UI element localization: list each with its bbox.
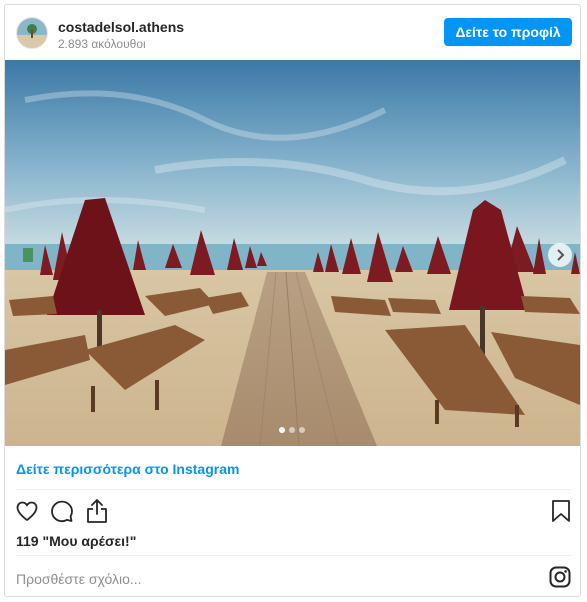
- username[interactable]: costadelsol.athens: [58, 19, 184, 35]
- share-icon: [87, 499, 107, 523]
- heart-icon: [16, 501, 38, 521]
- instagram-logo-button[interactable]: [549, 566, 571, 588]
- post-header: costadelsol.athens 2.893 ακόλουθοι Δείτε…: [5, 5, 580, 60]
- carousel-dot-3: [299, 427, 305, 433]
- divider: [16, 489, 571, 490]
- view-more-link[interactable]: Δείτε περισσότερα στο Instagram: [16, 461, 239, 477]
- chevron-right-icon: [557, 249, 565, 261]
- add-comment-input[interactable]: Προσθέστε σχόλιο...: [16, 571, 142, 587]
- bookmark-icon: [552, 500, 570, 522]
- carousel-indicator: [279, 427, 305, 433]
- likes-count: 119 "Μου αρέσει!": [16, 533, 137, 549]
- comment-button[interactable]: [50, 499, 74, 528]
- avatar[interactable]: [16, 17, 48, 49]
- carousel-dot-2: [289, 427, 295, 433]
- instagram-icon: [549, 566, 571, 588]
- followers-count: 2.893 ακόλουθοι: [58, 37, 146, 51]
- divider: [16, 555, 571, 556]
- carousel-next-button[interactable]: [548, 243, 572, 267]
- instagram-embed-card: costadelsol.athens 2.893 ακόλουθοι Δείτε…: [4, 4, 581, 597]
- comment-icon: [51, 500, 73, 523]
- like-button[interactable]: [15, 499, 39, 528]
- share-button[interactable]: [85, 498, 109, 529]
- save-button[interactable]: [550, 499, 572, 528]
- carousel-dot-1: [279, 427, 285, 433]
- view-profile-button[interactable]: Δείτε το προφίλ: [444, 18, 572, 46]
- post-photo[interactable]: [5, 60, 580, 446]
